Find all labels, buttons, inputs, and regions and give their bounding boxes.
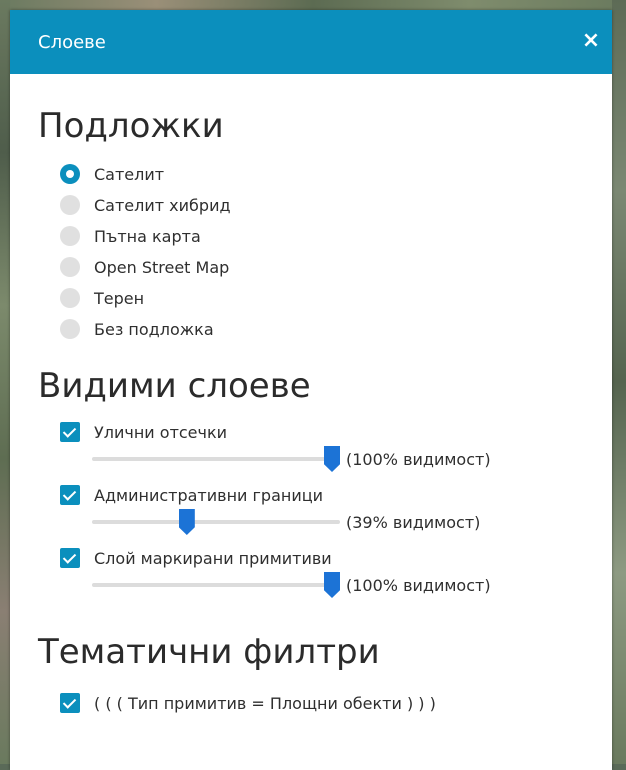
- opacity-slider-handle[interactable]: [324, 446, 340, 472]
- radio-button[interactable]: [60, 226, 80, 246]
- dialog-header: Слоеве ×: [10, 10, 612, 74]
- basemap-option-label: Open Street Map: [94, 257, 230, 277]
- layer-label: Административни граници: [94, 485, 324, 505]
- filter-label: ( ( ( Тип примитив = Площни обекти ) ) ): [94, 693, 436, 713]
- check-icon[interactable]: [60, 548, 80, 568]
- layers-dialog: Слоеве × Подложки Сателит Сателит хибрид…: [10, 10, 612, 770]
- check-icon[interactable]: [60, 485, 80, 505]
- radio-button[interactable]: [60, 257, 80, 277]
- opacity-value: (100% видимост): [346, 449, 491, 469]
- opacity-slider-handle[interactable]: [324, 572, 340, 598]
- thematic-filters-heading: Тематични филтри: [38, 632, 380, 672]
- layer-marked-primitives[interactable]: Слой маркирани примитиви: [60, 547, 332, 569]
- basemap-option-osm[interactable]: Open Street Map: [60, 255, 229, 279]
- radio-button[interactable]: [60, 319, 80, 339]
- basemap-option-label: Пътна карта: [94, 226, 201, 246]
- layer-label: Слой маркирани примитиви: [94, 548, 332, 568]
- opacity-slider-track[interactable]: [92, 572, 340, 598]
- basemap-option-satellite[interactable]: Сателит: [60, 162, 164, 186]
- visible-layers-heading: Видими слоеве: [38, 366, 311, 406]
- map-background-right: [612, 0, 626, 764]
- opacity-slider-track[interactable]: [92, 509, 340, 535]
- dialog-title: Слоеве: [38, 32, 106, 53]
- layer-opacity-slider-row: (39% видимост): [92, 509, 480, 535]
- opacity-value: (39% видимост): [346, 512, 481, 532]
- basemap-option-none[interactable]: Без подложка: [60, 317, 214, 341]
- map-background-top: [0, 0, 626, 10]
- basemap-option-satellite-hybrid[interactable]: Сателит хибрид: [60, 193, 231, 217]
- layer-label: Улични отсечки: [94, 422, 228, 442]
- close-icon[interactable]: ×: [578, 28, 604, 54]
- basemaps-heading: Подложки: [38, 106, 224, 146]
- layer-street-segments[interactable]: Улични отсечки: [60, 421, 227, 443]
- opacity-value: (100% видимост): [346, 575, 491, 595]
- layer-opacity-slider-row: (100% видимост): [92, 572, 491, 598]
- radio-button[interactable]: [60, 195, 80, 215]
- basemap-option-label: Сателит хибрид: [94, 195, 231, 215]
- map-background-left: [0, 0, 10, 764]
- thematic-filter-item[interactable]: ( ( ( Тип примитив = Площни обекти ) ) ): [60, 692, 436, 714]
- radio-button[interactable]: [60, 164, 80, 184]
- basemap-option-terrain[interactable]: Терен: [60, 286, 144, 310]
- radio-button[interactable]: [60, 288, 80, 308]
- layer-admin-boundaries[interactable]: Административни граници: [60, 484, 323, 506]
- opacity-slider-handle[interactable]: [178, 509, 195, 535]
- basemap-option-road-map[interactable]: Пътна карта: [60, 224, 201, 248]
- check-icon[interactable]: [60, 422, 80, 442]
- basemap-option-label: Сателит: [94, 164, 165, 184]
- opacity-slider-track[interactable]: [92, 446, 340, 472]
- basemap-option-label: Терен: [94, 288, 145, 308]
- layer-opacity-slider-row: (100% видимост): [92, 446, 491, 472]
- check-icon[interactable]: [60, 693, 80, 713]
- basemap-option-label: Без подложка: [94, 319, 214, 339]
